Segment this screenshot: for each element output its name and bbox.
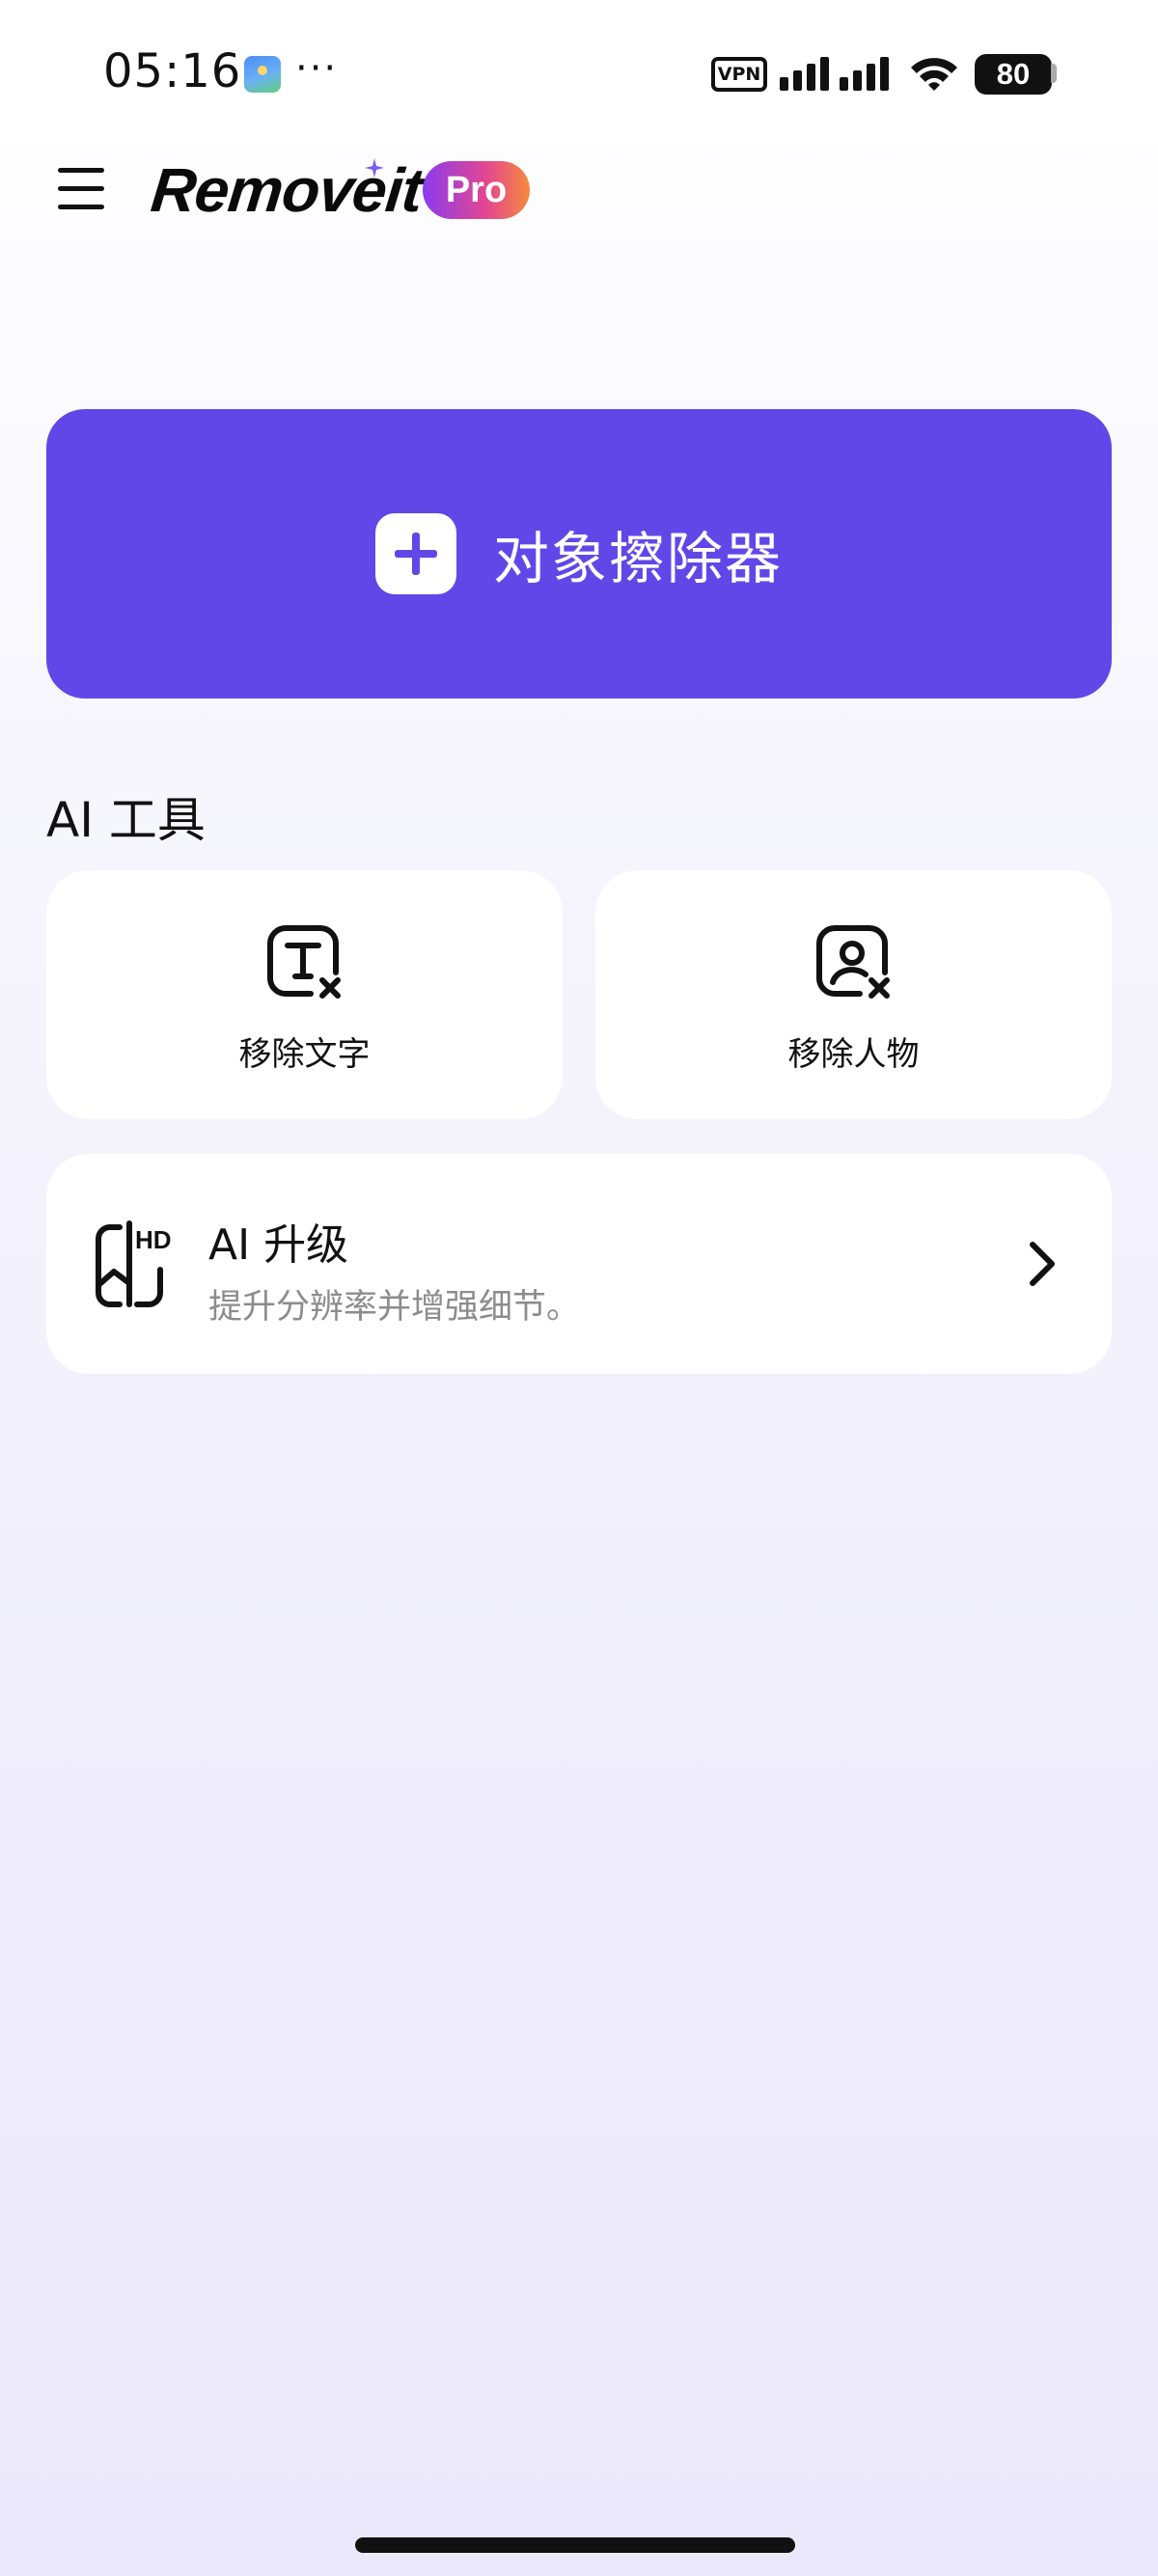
battery-indicator: 80 [975, 54, 1052, 95]
chevron-right-icon [1030, 1242, 1055, 1286]
battery-tip [1051, 64, 1057, 83]
sparkle-icon [365, 158, 384, 178]
home-indicator[interactable] [355, 2537, 795, 2553]
ai-tools-heading: AI 工具 [46, 792, 206, 848]
remove-text-label: 移除文字 [238, 1035, 371, 1074]
ai-upscale-subtitle: 提升分辨率并增强细节。 [208, 1288, 581, 1327]
remove-person-label: 移除人物 [787, 1035, 920, 1074]
menu-icon-line [58, 205, 104, 209]
status-more-indicator: ··· [295, 46, 339, 91]
menu-icon-line [58, 186, 104, 191]
ai-upscale-card[interactable]: HD AI 升级 提升分辨率并增强细节。 [46, 1154, 1112, 1374]
gallery-app-icon [244, 56, 281, 93]
object-eraser-button[interactable]: 对象擦除器 [46, 409, 1112, 699]
svg-text:HD: HD [135, 1225, 172, 1254]
remove-person-card[interactable]: 移除人物 [595, 870, 1112, 1119]
wifi-icon [911, 58, 957, 91]
ai-upscale-title: AI 升级 [208, 1220, 349, 1270]
status-bar: 05:16 ··· VPN 80 [0, 0, 1158, 145]
remove-person-icon [816, 925, 890, 999]
hd-upscale-icon: HD [96, 1220, 172, 1307]
remove-text-icon [267, 925, 341, 999]
object-eraser-label: 对象擦除器 [492, 526, 783, 591]
plus-icon [374, 513, 456, 594]
cellular-signal-icon [780, 57, 889, 91]
menu-button[interactable] [56, 164, 106, 214]
status-time: 05:16 [103, 44, 242, 98]
vpn-indicator: VPN [711, 57, 767, 92]
pro-badge[interactable]: Pro [423, 161, 530, 219]
menu-icon [58, 168, 104, 173]
remove-text-card[interactable]: 移除文字 [46, 870, 563, 1119]
